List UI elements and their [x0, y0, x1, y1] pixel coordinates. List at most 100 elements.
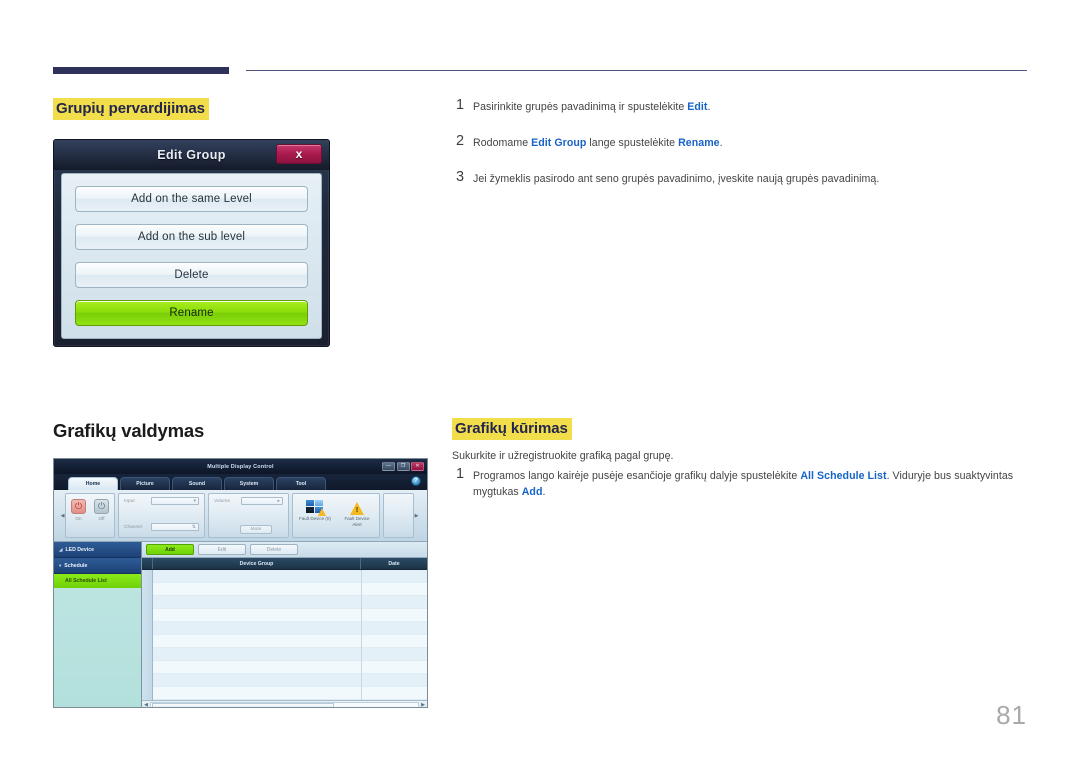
minimize-icon[interactable]: —: [382, 462, 395, 471]
power-on-icon: ⏻: [71, 499, 86, 514]
column-header-device-group[interactable]: Device Group: [153, 558, 361, 569]
tab-tool[interactable]: Tool: [276, 477, 326, 490]
sidebar-item-label: LED Device: [65, 546, 95, 553]
column-header-select[interactable]: [142, 558, 153, 569]
list-item: 1 Pasirinkite grupės pavadinimą ir spust…: [456, 97, 1016, 115]
dialog-close-button[interactable]: x: [276, 144, 322, 164]
scrollbar-track[interactable]: [150, 701, 419, 707]
manual-page: Grupių pervardijimas 1 Pasirinkite grupė…: [0, 0, 1080, 763]
chevron-down-icon: ▾: [59, 562, 62, 568]
table-row[interactable]: [142, 622, 427, 635]
table-row[interactable]: [142, 609, 427, 622]
app-sidebar: ◢ LED Device ▾ Schedule All Schedule Lis…: [54, 542, 142, 707]
rename-button[interactable]: Rename: [75, 300, 308, 326]
list-item: 1 Programos lango kairėje pusėje esančio…: [456, 466, 1016, 500]
delete-button: Delete: [250, 544, 298, 555]
volume-label: Volume: [214, 498, 230, 504]
sidebar-item-led-device[interactable]: ◢ LED Device: [54, 542, 141, 558]
close-icon: x: [295, 147, 303, 161]
scrollbar-thumb[interactable]: [152, 702, 334, 707]
power-off-icon: ⏻: [94, 499, 109, 514]
section-lead-text: Sukurkite ir užregistruokite grafiką pag…: [452, 450, 674, 462]
sidebar-item-label: All Schedule List: [65, 578, 107, 584]
scroll-left-icon[interactable]: ◀: [142, 702, 150, 707]
ribbon-group-fault: Fault Device (0) ! Fault Device Alert: [292, 493, 380, 538]
list-item: 2 Rodomame Edit Group lange spustelėkite…: [456, 133, 1016, 151]
step-number: 1: [456, 97, 465, 113]
mute-button[interactable]: Mute: [240, 525, 272, 534]
steps-schedule-creation: 1 Programos lango kairėje pusėje esančio…: [456, 466, 1016, 500]
power-off-label: Off: [98, 516, 105, 521]
tab-sound[interactable]: Sound: [172, 477, 222, 490]
window-controls: — ❐ ✕: [382, 462, 424, 471]
ribbon-empty-group: [383, 493, 414, 538]
chevron-icon: ◢: [59, 546, 63, 552]
table-row[interactable]: [142, 687, 427, 700]
steps-rename-groups: 1 Pasirinkite grupės pavadinimą ir spust…: [456, 97, 1016, 207]
close-icon[interactable]: ✕: [411, 462, 424, 471]
tab-system[interactable]: System: [224, 477, 274, 490]
horizontal-scrollbar[interactable]: ◀ ▶: [142, 700, 427, 707]
app-tab-bar: Home Picture Sound System Tool ?: [54, 474, 427, 490]
fault-device-control[interactable]: Fault Device (0): [298, 500, 332, 522]
list-item: 3 Jei žymeklis pasirodo ant seno grupės …: [456, 169, 1016, 187]
sidebar-item-schedule[interactable]: ▾ Schedule: [54, 558, 141, 574]
channel-stepper[interactable]: ⇅: [151, 523, 199, 531]
app-content-area: ◢ LED Device ▾ Schedule All Schedule Lis…: [54, 542, 427, 707]
step-text: Pasirinkite grupės pavadinimą ir spustel…: [473, 101, 711, 113]
add-same-level-button[interactable]: Add on the same Level: [75, 186, 308, 212]
scroll-right-icon[interactable]: ▶: [419, 702, 427, 707]
step-number: 2: [456, 133, 465, 149]
table-row[interactable]: [142, 674, 427, 687]
input-label: Input: [124, 498, 135, 504]
table-row[interactable]: [142, 648, 427, 661]
table-row[interactable]: [142, 661, 427, 674]
add-sub-level-button[interactable]: Add on the sub level: [75, 224, 308, 250]
fault-device-alert-label: Fault Device Alert: [344, 516, 370, 527]
input-select[interactable]: ▾: [151, 497, 199, 505]
table-row[interactable]: [142, 583, 427, 596]
step-number: 1: [456, 466, 465, 482]
tab-picture[interactable]: Picture: [120, 477, 170, 490]
schedule-toolbar: Add Edit Delete: [142, 542, 427, 558]
help-icon[interactable]: ?: [411, 476, 421, 486]
header-rule-thick: [53, 67, 229, 74]
volume-slider[interactable]: ▸: [241, 497, 283, 505]
column-header-date[interactable]: Date: [361, 558, 427, 569]
table-body: [142, 570, 427, 700]
maximize-icon[interactable]: ❐: [396, 462, 410, 471]
add-button[interactable]: Add: [146, 544, 194, 555]
sidebar-item-all-schedule-list[interactable]: All Schedule List: [54, 574, 141, 588]
channel-label: Channel: [124, 524, 142, 530]
warning-triangle-icon: !: [348, 500, 367, 515]
power-off-control[interactable]: ⏻ Off: [94, 499, 109, 521]
section-heading-schedule-management: Grafikų valdymas: [53, 420, 205, 441]
section-heading-rename-groups: Grupių pervardijimas: [53, 98, 209, 120]
edit-group-dialog: Edit Group x Add on the same Level Add o…: [53, 139, 330, 347]
dialog-body: Add on the same Level Add on the sub lev…: [61, 173, 322, 339]
fault-device-alert-control[interactable]: ! Fault Device Alert: [340, 500, 374, 527]
power-on-control[interactable]: ⏻ On: [71, 499, 86, 521]
step-text: Rodomame Edit Group lange spustelėkite R…: [473, 137, 723, 149]
table-header: Device Group Date: [142, 558, 427, 570]
edit-button: Edit: [198, 544, 246, 555]
table-row[interactable]: [142, 570, 427, 583]
ribbon-scroll-right-icon[interactable]: ▶: [414, 493, 419, 538]
table-row[interactable]: [142, 596, 427, 609]
mdc-application-screenshot: Multiple Display Control — ❐ ✕ Home Pict…: [53, 458, 428, 708]
dialog-title: Edit Group: [157, 148, 226, 162]
header-rule-thin: [246, 70, 1027, 72]
input-field-row: Input ▾: [124, 497, 199, 505]
app-ribbon: ◀ ⏻ On ⏻ Off Input ▾ Channel ⇅ Volume ▸ …: [54, 490, 427, 542]
channel-field-row: Channel ⇅: [124, 523, 199, 531]
monitor-warning-icon: [305, 500, 326, 516]
step-text: Jei žymeklis pasirodo ant seno grupės pa…: [473, 173, 880, 185]
tab-home[interactable]: Home: [68, 477, 118, 490]
page-number: 81: [996, 700, 1027, 730]
app-main-panel: Add Edit Delete Device Group Date ◀ ▶: [142, 542, 427, 707]
delete-button[interactable]: Delete: [75, 262, 308, 288]
step-number: 3: [456, 169, 465, 185]
step-text: Programos lango kairėje pusėje esančioje…: [473, 470, 1014, 498]
table-column-divider: [361, 570, 362, 700]
table-row[interactable]: [142, 635, 427, 648]
